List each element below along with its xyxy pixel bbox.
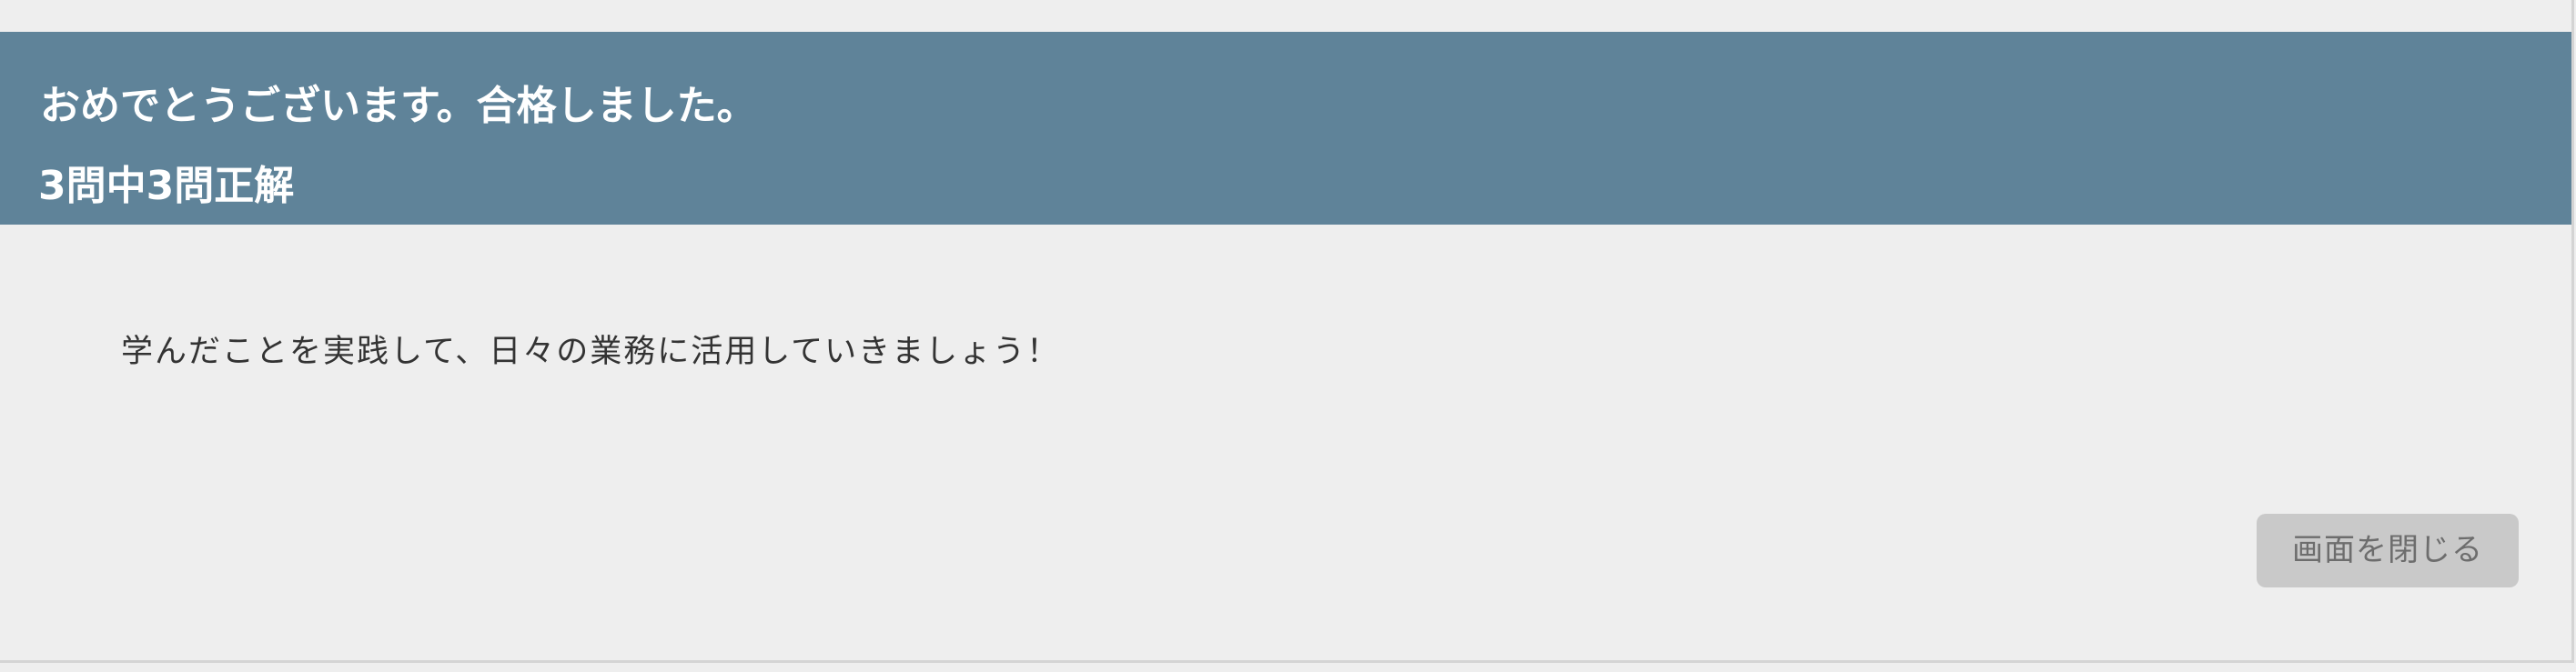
- close-screen-button[interactable]: 画面を閉じる: [2257, 514, 2519, 587]
- encouragement-message: 学んだことを実践して、日々の業務に活用していきましょう！: [121, 334, 1061, 370]
- pass-message-title: おめでとうございます。合格しました。: [40, 83, 757, 129]
- score-summary: 3問中3問正解: [38, 163, 295, 209]
- quiz-result-dialog: おめでとうございます。合格しました。 3問中3問正解 学んだことを実践して、日々…: [0, 0, 2574, 663]
- result-header: おめでとうございます。合格しました。 3問中3問正解: [0, 32, 2571, 225]
